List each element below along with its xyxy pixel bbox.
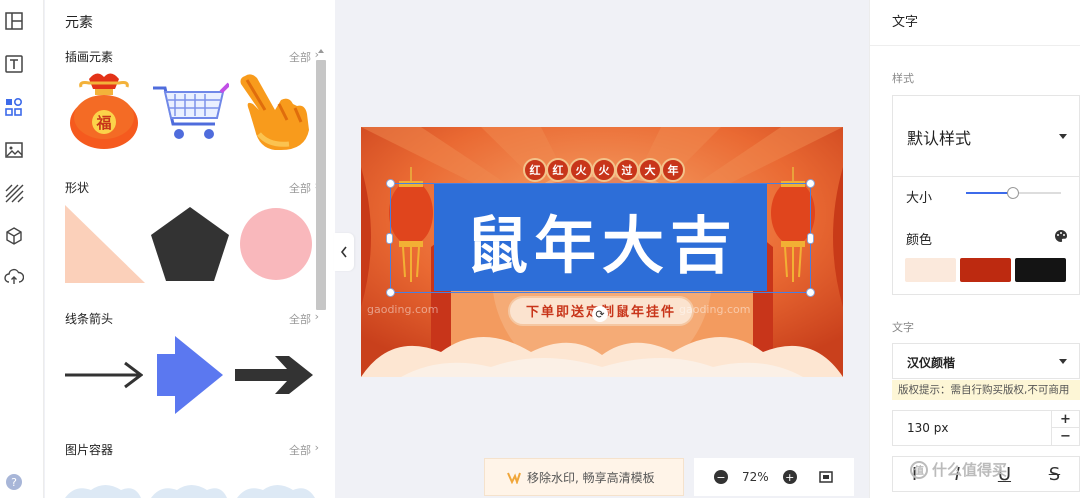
see-all-lines-arrows[interactable]: 全部 [289, 311, 311, 327]
zoom-level: 72% [742, 470, 769, 484]
style-value: 默认样式 [907, 129, 972, 148]
increase-size-button[interactable]: + [1052, 411, 1079, 428]
collapse-panel-button[interactable] [334, 233, 354, 271]
text-tool-icon[interactable] [3, 53, 25, 75]
triangle-shape[interactable] [65, 205, 145, 283]
lucky-bag-badge: 福 [95, 114, 111, 132]
resize-handle[interactable] [807, 233, 814, 244]
banner-char: 过 [622, 163, 633, 177]
zoom-in-icon[interactable]: + [782, 470, 797, 484]
section-title-lines-arrows: 线条箭头 [65, 312, 114, 326]
3d-cube-icon[interactable] [3, 225, 25, 247]
texture-icon[interactable] [3, 182, 25, 204]
see-all-shapes[interactable]: 全部 [289, 180, 311, 196]
banner-char: 火 [599, 164, 611, 177]
caret-down-icon [1059, 134, 1067, 139]
site-logo-icon: 值 [910, 460, 928, 479]
size-label: 大小 [906, 191, 933, 206]
palette-icon[interactable] [1054, 229, 1068, 243]
decrease-size-button[interactable]: − [1052, 428, 1079, 445]
blue-arrow-shape[interactable] [157, 336, 223, 414]
thin-arrow-shape[interactable] [65, 360, 143, 390]
pointing-hand-illustration[interactable] [235, 70, 315, 154]
chevron-right-icon[interactable]: › [315, 310, 319, 323]
chevron-left-icon [340, 246, 347, 258]
properties-title: 文字 [892, 15, 919, 30]
banner-char: 火 [576, 164, 588, 177]
panel-scrollbar[interactable] [316, 60, 326, 310]
color-swatch[interactable] [960, 258, 1011, 282]
vip-icon [507, 472, 521, 484]
resize-handle[interactable] [386, 288, 395, 297]
pentagon-shape[interactable] [151, 207, 229, 281]
elements-icon[interactable] [3, 96, 25, 118]
divider [870, 45, 1080, 46]
banner-char: 红 [553, 163, 564, 177]
left-toolbar: ? [0, 0, 44, 498]
site-watermark: 值 什么值得买 [910, 459, 1007, 480]
image-icon[interactable] [3, 139, 25, 161]
see-all-illustrations[interactable]: 全部 [289, 49, 311, 65]
svg-text:值: 值 [914, 464, 924, 477]
properties-panel: 文字 样式 默认样式 大小 颜色 文字 汉仪颜楷 版权提示：需自行购买版权,不可… [869, 0, 1080, 498]
remove-watermark-label: 移除水印, 畅享高清模板 [527, 470, 655, 485]
strikethrough-button[interactable]: S [1049, 464, 1060, 485]
font-family-dropdown[interactable]: 汉仪颜楷 [892, 343, 1080, 379]
section-title-image-containers: 图片容器 [65, 443, 114, 457]
upload-cloud-icon[interactable] [3, 266, 25, 288]
panel-title: 元素 [65, 15, 93, 31]
copyright-notice: 版权提示：需自行购买版权,不可商用 [892, 380, 1080, 400]
circle-shape[interactable] [239, 207, 313, 281]
scroll-up-arrow[interactable] [318, 49, 324, 53]
style-section-label: 样式 [892, 72, 914, 85]
size-slider-fill [966, 192, 1012, 194]
zoom-controls: − 72% + [694, 458, 854, 496]
banner-char: 年 [668, 163, 679, 177]
resize-handle[interactable] [806, 179, 815, 188]
chevron-right-icon[interactable]: › [315, 441, 319, 454]
elements-panel: 元素 插画元素 全部 › 福 形状 全部 › 线条箭头 全部 › 图片容器 全部… [45, 0, 335, 498]
resize-handle[interactable] [806, 288, 815, 297]
cloud-container-row[interactable] [65, 480, 325, 498]
caret-down-icon [1059, 359, 1067, 364]
site-watermark-text: 什么值得买 [932, 461, 1008, 479]
font-size-stepper: + − [1052, 410, 1080, 446]
color-label: 颜色 [906, 233, 933, 248]
font-size-input[interactable]: 130 px [892, 410, 1052, 446]
banner-char: 红 [530, 163, 541, 177]
help-icon[interactable]: ? [6, 474, 22, 490]
section-title-shapes: 形状 [65, 181, 90, 195]
poster-watermark: gaoding.com [679, 303, 750, 316]
lucky-bag-illustration[interactable]: 福 [67, 67, 141, 151]
fit-screen-icon[interactable] [818, 470, 833, 484]
text-section-label: 文字 [892, 321, 914, 334]
shopping-cart-illustration[interactable] [151, 82, 229, 146]
zoom-out-icon[interactable]: − [714, 470, 728, 484]
see-all-image-containers[interactable]: 全部 [289, 442, 311, 458]
font-family-value: 汉仪颜楷 [907, 356, 956, 370]
remove-watermark-button[interactable]: 移除水印, 畅享高清模板 [484, 458, 684, 496]
layout-icon[interactable] [3, 10, 25, 32]
section-title-illustrations: 插画元素 [65, 50, 114, 64]
bold-arrow-shape[interactable] [235, 354, 315, 396]
banner-char: 大 [645, 163, 656, 177]
resize-handle[interactable] [386, 233, 393, 244]
text-selection-box[interactable] [390, 183, 811, 293]
resize-handle[interactable] [386, 179, 395, 188]
rotate-icon[interactable]: ⟳ [592, 306, 608, 322]
style-dropdown[interactable]: 默认样式 [892, 95, 1080, 177]
color-swatch[interactable] [1015, 258, 1066, 282]
size-slider-knob[interactable] [1007, 187, 1019, 199]
poster-watermark: gaoding.com [367, 303, 438, 316]
color-swatch[interactable] [905, 258, 956, 282]
